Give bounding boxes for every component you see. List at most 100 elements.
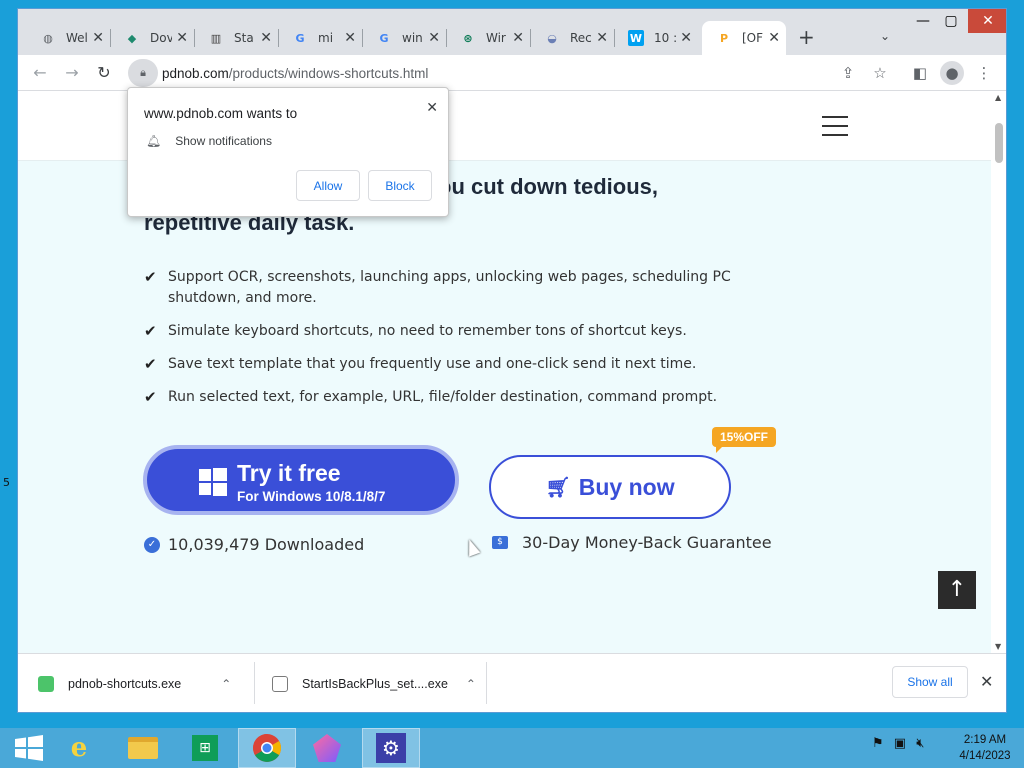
close-icon[interactable]: ✕ xyxy=(426,100,438,116)
tab-title: Sta xyxy=(234,31,254,45)
address-bar[interactable]: 🔒︎ pdnob.com/products/windows-shortcuts.… xyxy=(128,59,888,87)
internet-explorer-icon[interactable]: e xyxy=(50,728,108,768)
allow-button[interactable]: Allow xyxy=(296,170,360,201)
new-tab-icon[interactable]: + xyxy=(798,25,815,49)
tab-title: Wir xyxy=(486,31,506,45)
tab-close-icon[interactable]: ✕ xyxy=(596,30,608,46)
tab-close-icon[interactable]: ✕ xyxy=(680,30,692,46)
download-item[interactable]: StartIsBackPlus_set....exe ⌃ xyxy=(272,662,476,706)
minimize-icon[interactable]: — xyxy=(908,13,938,29)
share-icon[interactable]: ⇪ xyxy=(836,61,860,85)
tab-1[interactable]: ◍ Wel ✕ xyxy=(26,21,111,55)
mouse-cursor xyxy=(463,537,481,557)
chrome-icon[interactable] xyxy=(238,728,296,768)
tab-search-chevron-icon[interactable]: ⌄ xyxy=(880,29,890,43)
windows-logo-icon xyxy=(199,468,227,496)
checkmark-icon: ✔ xyxy=(144,388,157,406)
tab-5[interactable]: G win ✕ xyxy=(362,21,447,55)
tab-close-icon[interactable]: ✕ xyxy=(260,30,272,46)
windows-logo-icon: ⊛ xyxy=(463,31,473,45)
tab-close-icon[interactable]: ✕ xyxy=(512,30,524,46)
scrollbar-thumb[interactable] xyxy=(995,123,1003,163)
page-scrollbar[interactable]: ▲ ▼ xyxy=(991,91,1006,653)
tab-close-icon[interactable]: ✕ xyxy=(92,30,104,46)
windows-start-icon xyxy=(15,735,43,761)
tab-2[interactable]: ◆ Dov ✕ xyxy=(110,21,195,55)
store-icon[interactable]: ⊞ xyxy=(176,728,234,768)
popup-title: www.pdnob.com wants to xyxy=(144,106,298,121)
feature-item: ✔ Save text template that you frequently … xyxy=(144,355,697,373)
profile-avatar-icon[interactable]: ● xyxy=(940,61,964,85)
tab-8[interactable]: W 10 : ✕ xyxy=(614,21,698,55)
notification-permission-popup: www.pdnob.com wants to ✕ 🔔︎ Show notific… xyxy=(127,87,449,217)
system-tray: ⚑ ▣ 🔇︎ xyxy=(872,736,924,751)
google-icon: G xyxy=(295,31,305,45)
gem-app-icon[interactable] xyxy=(298,728,356,768)
buy-now-button[interactable]: 🛒︎ Buy now xyxy=(489,455,731,519)
google-icon: G xyxy=(379,31,389,45)
side-panel-icon[interactable]: ◧ xyxy=(908,61,932,85)
dollar-icon: $ xyxy=(492,536,508,549)
chevron-up-icon[interactable]: ⌃ xyxy=(466,677,476,691)
file-explorer-icon[interactable] xyxy=(114,728,172,768)
scroll-up-icon[interactable]: ▲ xyxy=(995,93,1001,102)
app-icon xyxy=(38,676,54,692)
tab-title: [OF xyxy=(742,31,764,45)
checkmark-icon: ✔ xyxy=(144,322,157,340)
tab-title: Rec xyxy=(570,31,592,45)
tab-close-icon[interactable]: ✕ xyxy=(344,30,356,46)
discount-badge: 15%OFF xyxy=(712,427,777,453)
scroll-to-top-button[interactable]: ↑ xyxy=(938,571,976,609)
tab-9-active[interactable]: P [OF ✕ xyxy=(702,21,786,55)
back-icon[interactable]: ← xyxy=(28,61,52,85)
volume-muted-icon[interactable]: 🔇︎ xyxy=(916,736,924,751)
reload-icon[interactable]: ↻ xyxy=(92,61,116,85)
pdnob-icon: P xyxy=(719,31,729,45)
url-text[interactable]: pdnob.com/products/windows-shortcuts.htm… xyxy=(162,66,428,81)
lock-icon[interactable]: 🔒︎ xyxy=(128,59,158,87)
download-shelf: pdnob-shortcuts.exe ⌃ StartIsBackPlus_se… xyxy=(18,653,1006,712)
bookmark-star-icon[interactable]: ☆ xyxy=(868,61,892,85)
scroll-down-icon[interactable]: ▼ xyxy=(995,642,1001,651)
maximize-icon[interactable]: ▢ xyxy=(936,13,966,29)
download-item[interactable]: pdnob-shortcuts.exe ⌃ xyxy=(38,662,231,706)
download-count: ✓ 10,039,479 Downloaded xyxy=(144,535,364,554)
tab-4[interactable]: G mi ✕ xyxy=(278,21,363,55)
block-button[interactable]: Block xyxy=(368,170,432,201)
browser-window: ◍ Wel ✕ ◆ Dov ✕ ▥ Sta ✕ G mi ✕ G win ✕ ⊛… xyxy=(17,8,1007,713)
close-icon[interactable]: ✕ xyxy=(980,672,993,691)
close-window-icon[interactable]: ✕ xyxy=(968,9,1006,33)
book-icon: ▥ xyxy=(210,31,222,45)
checkmark-icon: ✔ xyxy=(144,355,157,373)
feature-item: ✔ Support OCR, screenshots, launching app… xyxy=(144,267,764,309)
rec-icon: ◒ xyxy=(547,31,557,45)
feature-list: ✔ Support OCR, screenshots, launching app… xyxy=(144,267,764,420)
feature-item: ✔ Run selected text, for example, URL, fi… xyxy=(144,388,718,406)
tab-7[interactable]: ◒ Rec ✕ xyxy=(530,21,615,55)
clock[interactable]: 2:19 AM 4/14/2023 xyxy=(950,732,1020,764)
hamburger-menu-icon[interactable] xyxy=(822,116,848,136)
edge-label: 5 xyxy=(3,476,10,489)
tab-close-icon[interactable]: ✕ xyxy=(176,30,188,46)
feature-item: ✔ Simulate keyboard shortcuts, no need to… xyxy=(144,322,687,340)
tab-title: mi xyxy=(318,31,334,45)
tab-6[interactable]: ⊛ Wir ✕ xyxy=(446,21,531,55)
network-icon[interactable]: ▣ xyxy=(894,736,906,751)
menu-kebab-icon[interactable]: ⋮ xyxy=(972,61,996,85)
forward-icon[interactable]: → xyxy=(60,61,84,85)
tab-close-icon[interactable]: ✕ xyxy=(768,30,780,46)
flag-icon[interactable]: ⚑ xyxy=(872,736,884,751)
tab-title: Dov xyxy=(150,31,172,45)
settings-gear-icon[interactable]: ⚙ xyxy=(362,728,420,768)
tab-3[interactable]: ▥ Sta ✕ xyxy=(194,21,279,55)
verified-check-icon: ✓ xyxy=(144,536,160,553)
show-all-button[interactable]: Show all xyxy=(892,666,968,698)
checkmark-icon: ✔ xyxy=(144,268,157,286)
toolbar: ← → ↻ 🔒︎ pdnob.com/products/windows-shor… xyxy=(18,55,1006,91)
permission-row: 🔔︎ Show notifications xyxy=(146,134,272,148)
chevron-up-icon[interactable]: ⌃ xyxy=(221,677,231,691)
tab-close-icon[interactable]: ✕ xyxy=(428,30,440,46)
money-back-guarantee: $ 30-Day Money-Back Guarantee xyxy=(492,533,772,552)
tab-title: Wel xyxy=(66,31,88,45)
try-it-free-button[interactable]: Try it free For Windows 10/8.1/8/7 xyxy=(143,445,459,515)
